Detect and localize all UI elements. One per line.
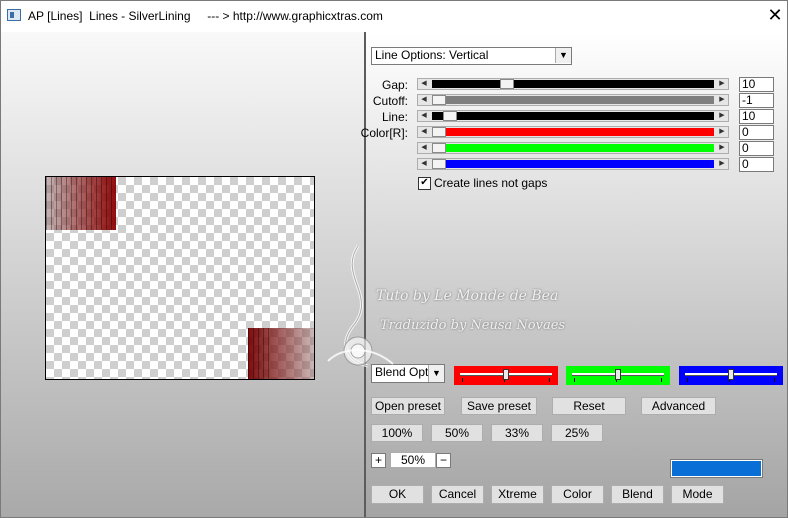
line-options-value: Line Options: Vertical [375,48,489,62]
save-preset-button[interactable]: Save preset [461,397,537,415]
blend-knob[interactable] [728,369,734,380]
chevron-right-icon[interactable]: ▶ [716,127,728,137]
blend-red-slider[interactable] [454,366,558,385]
chevron-left-icon[interactable]: ◀ [418,95,430,105]
slider-fill [432,144,714,152]
window-title: AP [Lines] Lines - SilverLining --- > ht… [28,9,383,23]
line-options-dropdown[interactable]: Line Options: Vertical ▼ [371,47,572,65]
zoom-50-button[interactable]: 50% [431,424,483,442]
chevron-left-icon[interactable]: ◀ [418,127,430,137]
blend-button[interactable]: Blend [611,485,664,504]
xtreme-button[interactable]: Xtreme [491,485,544,504]
slider-fill [432,96,714,104]
slider-value-field[interactable]: 10 [739,77,774,92]
chevron-down-icon[interactable]: ▼ [428,365,444,382]
slider-2[interactable]: ◀ ▶ [417,110,729,122]
cancel-button[interactable]: Cancel [431,485,484,504]
chevron-right-icon[interactable]: ▶ [716,111,728,121]
watermark-line-1: Tuto by Le Monde de Bea [376,288,559,304]
watermark-line-2: Traduzido by Neusa Novaes [380,318,566,333]
chevron-left-icon[interactable]: ◀ [418,143,430,153]
zoom-out-button[interactable]: − [436,453,451,468]
color-button[interactable]: Color [551,485,604,504]
blend-tick [549,378,550,382]
blend-green-slider[interactable] [566,366,670,385]
slider-thumb[interactable] [500,79,514,89]
slider-value-field[interactable]: 10 [739,109,774,124]
slider-thumb[interactable] [432,143,446,153]
slider-fill [432,112,714,120]
zoom-level: 50% [390,452,436,468]
blend-tick [774,378,775,382]
chevron-right-icon[interactable]: ▶ [716,159,728,169]
blend-knob[interactable] [615,369,621,380]
mode-button[interactable]: Mode [671,485,724,504]
chevron-right-icon[interactable]: ▶ [716,143,728,153]
title-bar[interactable]: AP [Lines] Lines - SilverLining --- > ht… [1,1,787,32]
slider-value-field[interactable]: -1 [739,93,774,108]
slider-label: Line: [381,110,408,124]
blend-tick [661,378,662,382]
slider-0[interactable]: ◀ ▶ [417,78,729,90]
slider-fill [432,128,714,136]
slider-label: Gap: [381,78,408,92]
blend-knob[interactable] [503,369,509,380]
slider-4[interactable]: ◀ ▶ [417,142,729,154]
open-preset-button[interactable]: Open preset [371,397,445,415]
slider-1[interactable]: ◀ ▶ [417,94,729,106]
chevron-right-icon[interactable]: ▶ [716,79,728,89]
slider-value-field[interactable]: 0 [739,141,774,156]
create-lines-label: Create lines not gaps [434,176,548,190]
chevron-right-icon[interactable]: ▶ [716,95,728,105]
blend-blue-slider[interactable] [679,366,783,385]
blend-tick [687,378,688,382]
create-lines-checkbox[interactable]: ✔ [418,177,431,190]
slider-3[interactable]: ◀ ▶ [417,126,729,138]
chevron-left-icon[interactable]: ◀ [418,111,430,121]
app-icon [7,9,21,21]
zoom-25-button[interactable]: 25% [551,424,603,442]
zoom-in-button[interactable]: + [371,453,386,468]
slider-thumb[interactable] [432,159,446,169]
slider-label: Color[R]: [360,126,408,140]
slider-thumb[interactable] [432,95,446,105]
slider-fill [432,160,714,168]
chevron-left-icon[interactable]: ◀ [418,159,430,169]
chevron-down-icon[interactable]: ▼ [555,48,571,63]
preview-panel [1,32,364,517]
slider-label: Cutoff: [372,94,408,108]
zoom-33-button[interactable]: 33% [491,424,543,442]
slider-thumb[interactable] [432,127,446,137]
slider-value-field[interactable]: 0 [739,157,774,172]
slider-fill [432,80,714,88]
blend-tick [574,378,575,382]
blend-options-dropdown[interactable]: Blend Optio ▼ [371,364,445,383]
preview-canvas [45,176,315,380]
color-swatch[interactable] [671,460,762,477]
reset-button[interactable]: Reset [552,397,626,415]
slider-thumb[interactable] [443,111,457,121]
advanced-button[interactable]: Advanced [641,397,716,415]
slider-value-field[interactable]: 0 [739,125,774,140]
close-icon[interactable]: ✕ [765,5,785,25]
zoom-100-button[interactable]: 100% [371,424,423,442]
preview-lines-top-left [46,177,116,230]
ok-button[interactable]: OK [371,485,424,504]
slider-5[interactable]: ◀ ▶ [417,158,729,170]
chevron-left-icon[interactable]: ◀ [418,79,430,89]
blend-tick [462,378,463,382]
preview-lines-bottom-right [248,328,314,379]
